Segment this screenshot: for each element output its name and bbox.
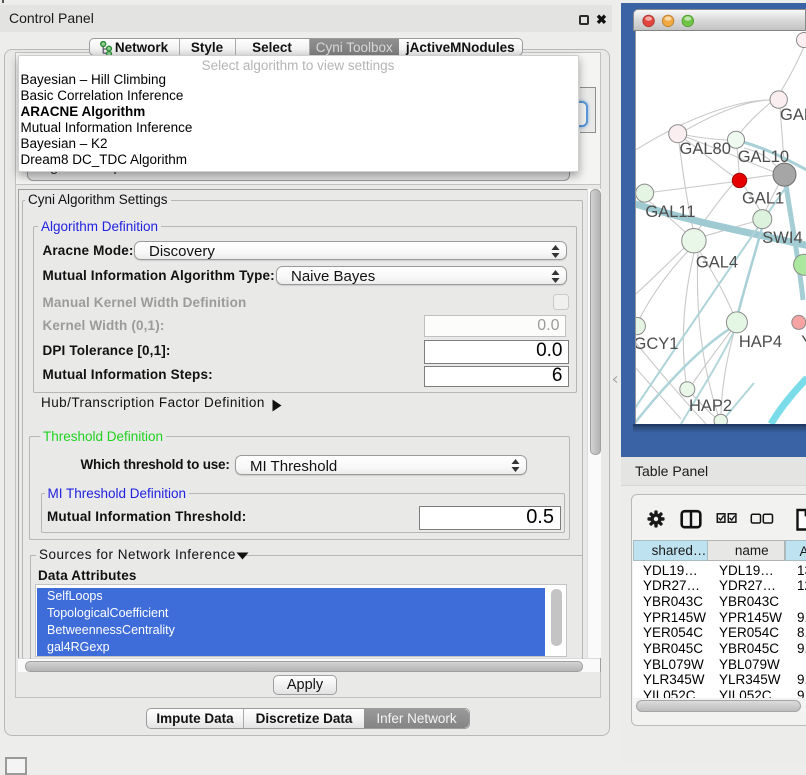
svg-text:GAL4: GAL4 <box>696 254 738 272</box>
svg-text:HAP4: HAP4 <box>739 333 782 351</box>
svg-text:Y: Y <box>801 333 806 351</box>
svg-text:GAL80: GAL80 <box>680 140 731 158</box>
svg-text:SWI4: SWI4 <box>762 229 802 247</box>
svg-text:HAP2: HAP2 <box>689 397 732 415</box>
svg-text:GAL10: GAL10 <box>738 148 789 166</box>
svg-text:GAL11: GAL11 <box>645 203 695 221</box>
svg-text:GCY1: GCY1 <box>636 335 678 353</box>
svg-text:GAL: GAL <box>780 106 806 124</box>
svg-text:GAL1: GAL1 <box>742 190 784 208</box>
